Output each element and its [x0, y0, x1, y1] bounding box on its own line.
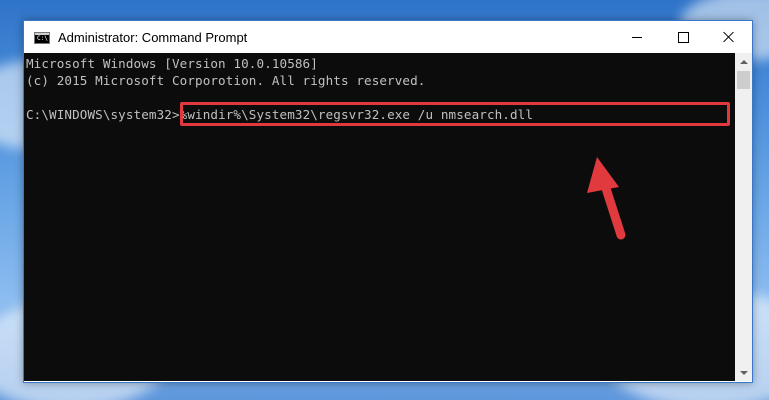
scroll-up-icon — [739, 59, 748, 64]
close-icon — [723, 31, 735, 43]
console-prompt: C:\WINDOWS\system32> — [26, 107, 180, 122]
red-arrow-icon — [587, 157, 626, 240]
minimize-icon — [632, 36, 642, 38]
scroll-down-icon — [739, 370, 748, 375]
scroll-thumb[interactable] — [737, 71, 750, 89]
command-prompt-window[interactable]: C:\ Administrator: Command Prompt Micros… — [23, 20, 753, 383]
cmd-icon-glyph: C:\ — [37, 35, 48, 42]
scroll-up-button[interactable] — [735, 53, 752, 70]
console-line-copyright: (c) 2015 Microsoft Corporotion. All righ… — [26, 73, 426, 88]
minimize-button[interactable] — [614, 21, 660, 53]
window-title: Administrator: Command Prompt — [58, 30, 248, 45]
scroll-down-button[interactable] — [735, 364, 752, 381]
command-highlight-box — [180, 102, 730, 126]
maximize-button[interactable] — [660, 21, 706, 53]
console-output[interactable]: Microsoft Windows [Version 10.0.10586] (… — [24, 53, 735, 381]
vertical-scrollbar[interactable] — [735, 53, 752, 381]
console-line-version: Microsoft Windows [Version 10.0.10586] — [26, 56, 318, 71]
cmd-icon[interactable]: C:\ — [34, 32, 50, 44]
title-bar[interactable]: C:\ Administrator: Command Prompt — [24, 21, 752, 53]
close-button[interactable] — [706, 21, 752, 53]
maximize-icon — [677, 31, 689, 43]
